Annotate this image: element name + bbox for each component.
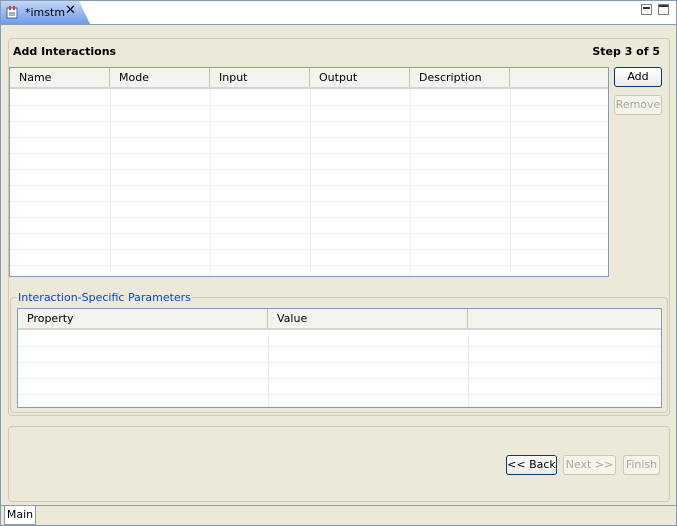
- parameters-legend: Interaction-Specific Parameters: [17, 291, 192, 304]
- grid-line: [10, 265, 608, 266]
- grid-line: [10, 121, 608, 122]
- column-header-value[interactable]: Value: [268, 309, 468, 328]
- page-title: Add Interactions: [13, 45, 117, 58]
- maximize-icon[interactable]: [658, 4, 669, 15]
- editor-tab-imstm[interactable]: *imstm ✕: [1, 1, 90, 24]
- close-icon[interactable]: ✕: [65, 3, 76, 18]
- grid-line: [18, 346, 661, 347]
- grid-line: [10, 185, 608, 186]
- grid-line: [10, 169, 608, 170]
- grid-line: [10, 233, 608, 234]
- parameters-table[interactable]: Property Value: [17, 308, 662, 408]
- grid-line: [268, 330, 269, 407]
- grid-line: [510, 89, 511, 276]
- grid-line: [18, 394, 661, 395]
- minimize-icon[interactable]: [641, 4, 652, 15]
- column-header-output[interactable]: Output: [310, 68, 410, 87]
- grid-line: [10, 105, 608, 106]
- column-header-property[interactable]: Property: [18, 309, 268, 328]
- bottom-tab-strip: [1, 505, 676, 506]
- finish-button[interactable]: Finish: [623, 455, 660, 475]
- grid-line: [10, 249, 608, 250]
- remove-button[interactable]: Remove: [614, 95, 662, 115]
- editor-frame: *imstm ✕ Add Interactions Step 3 of 5 Na…: [0, 0, 677, 526]
- plan-file-icon: [6, 6, 18, 19]
- editor-tab-title: *imstm: [25, 6, 66, 19]
- grid-line: [18, 362, 661, 363]
- table-header: Name Mode Input Output Description: [10, 68, 608, 89]
- grid-line: [10, 137, 608, 138]
- grid-line: [110, 89, 111, 276]
- interactions-table[interactable]: Name Mode Input Output Description: [9, 67, 609, 277]
- grid-line: [10, 201, 608, 202]
- grid-line: [18, 378, 661, 379]
- grid-line: [10, 153, 608, 154]
- editor-tab-strip: *imstm ✕: [1, 1, 676, 25]
- grid-line: [310, 89, 311, 276]
- tab-main[interactable]: Main: [4, 506, 36, 525]
- parameters-table-header: Property Value: [18, 309, 661, 330]
- grid-line: [210, 89, 211, 276]
- step-indicator: Step 3 of 5: [592, 45, 660, 58]
- next-button[interactable]: Next >>: [563, 455, 616, 475]
- grid-line: [410, 89, 411, 276]
- column-header-mode[interactable]: Mode: [110, 68, 210, 87]
- column-header-name[interactable]: Name: [10, 68, 110, 87]
- column-header-input[interactable]: Input: [210, 68, 310, 87]
- back-button[interactable]: << Back: [506, 455, 557, 475]
- column-header-description[interactable]: Description: [410, 68, 510, 87]
- grid-line: [10, 217, 608, 218]
- add-button[interactable]: Add: [614, 67, 662, 87]
- grid-line: [468, 330, 469, 407]
